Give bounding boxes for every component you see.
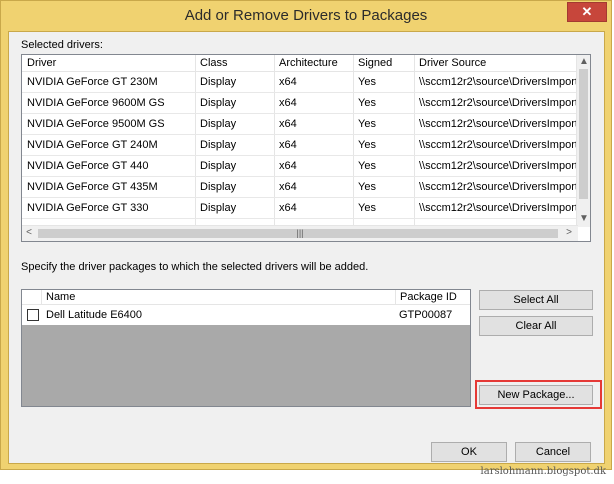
column-header-driver[interactable]: Driver: [27, 57, 56, 69]
driver-source: \\sccm12r2\source\DriversImport\Fujits: [419, 202, 589, 214]
scroll-right-icon[interactable]: >: [562, 226, 576, 240]
column-header-signed[interactable]: Signed: [358, 57, 392, 69]
driver-source: \\sccm12r2\source\DriversImport\Fujits: [419, 76, 589, 88]
vertical-scroll-thumb[interactable]: [579, 69, 588, 199]
cancel-button[interactable]: Cancel: [515, 442, 591, 462]
package-checkbox[interactable]: [27, 309, 39, 321]
driver-name: NVIDIA GeForce GT 440: [27, 160, 149, 172]
driver-name: NVIDIA GeForce GT 230M: [27, 76, 158, 88]
select-all-button[interactable]: Select All: [479, 290, 593, 310]
driver-row[interactable]: NVIDIA GeForce 9600M GS Display x64 Yes \\sc…: [22, 93, 590, 114]
driver-row[interactable]: NVIDIA GeForce GT 240M Display x64 Yes \\scc…: [22, 135, 590, 156]
selected-drivers-grid[interactable]: Driver Class Architecture Signed Driver …: [21, 54, 591, 242]
packages-instruction-label: Specify the driver packages to which the…: [21, 261, 369, 273]
driver-name: NVIDIA GeForce 9600M GS: [27, 97, 165, 109]
column-header-class[interactable]: Class: [200, 57, 228, 69]
watermark: larslohmann.blogspot.dk: [480, 466, 606, 477]
packages-grid-header: Name Package ID: [22, 290, 470, 305]
scroll-down-icon[interactable]: ▼: [577, 212, 590, 226]
package-id: GTP00087: [399, 309, 453, 321]
column-header-name[interactable]: Name: [46, 291, 75, 303]
driver-name: NVIDIA GeForce GT 330: [27, 202, 149, 214]
scroll-grip-icon: |||: [296, 228, 304, 238]
package-row[interactable]: Dell Latitude E6400 GTP00087: [22, 305, 470, 325]
driver-source: \\sccm12r2\source\DriversImport\Fujits: [419, 97, 589, 109]
driver-row[interactable]: NVIDIA GeForce GT 435M Display x64 Yes \\scc…: [22, 177, 590, 198]
driver-source: \\sccm12r2\source\DriversImport\Fujits: [419, 139, 589, 151]
column-header-architecture[interactable]: Architecture: [279, 57, 338, 69]
ok-button[interactable]: OK: [431, 442, 507, 462]
driver-row[interactable]: NVIDIA GeForce GT 230M Display x64 Yes \\scc…: [22, 72, 590, 93]
clear-all-button[interactable]: Clear All: [479, 316, 593, 336]
horizontal-scrollbar[interactable]: < ||| >: [22, 225, 578, 241]
driver-name: NVIDIA GeForce 9500M GS: [27, 118, 165, 130]
driver-source: \\sccm12r2\source\DriversImport\Fujits: [419, 118, 589, 130]
package-name: Dell Latitude E6400: [46, 309, 143, 321]
scroll-left-icon[interactable]: <: [22, 226, 36, 240]
driver-row[interactable]: NVIDIA GeForce GT 330 Display x64 Yes \\sccm…: [22, 198, 590, 219]
driver-name: NVIDIA GeForce GT 240M: [27, 139, 158, 151]
driver-name: NVIDIA GeForce GT 435M: [27, 181, 158, 193]
dialog-body: Selected drivers: Driver Class Architect…: [8, 31, 605, 464]
column-header-driver-source[interactable]: Driver Source: [419, 57, 486, 69]
dialog-title: Add or Remove Drivers to Packages: [184, 7, 428, 24]
selected-drivers-label: Selected drivers:: [21, 39, 103, 51]
dialog-window: Add or Remove Drivers to Packages ✕ Sele…: [0, 0, 612, 470]
column-header-package-id[interactable]: Package ID: [400, 291, 457, 303]
scroll-up-icon[interactable]: ▲: [577, 55, 590, 69]
driver-source: \\sccm12r2\source\DriversImport\Fujits: [419, 181, 589, 193]
driver-row[interactable]: NVIDIA GeForce GT 440 Display x64 Yes \\sccm…: [22, 156, 590, 177]
new-package-button[interactable]: New Package...: [479, 385, 593, 405]
driver-source: \\sccm12r2\source\DriversImport\Fujits: [419, 160, 589, 172]
title-bar: Add or Remove Drivers to Packages ✕: [1, 1, 611, 31]
vertical-scrollbar[interactable]: ▲ ▼: [576, 55, 590, 227]
grid-header: Driver Class Architecture Signed Driver …: [22, 55, 590, 72]
packages-grid[interactable]: Name Package ID Dell Latitude E6400 GTP0…: [21, 289, 471, 407]
close-button[interactable]: ✕: [567, 2, 607, 22]
driver-row[interactable]: NVIDIA GeForce 9500M GS Display x64 Yes \\sc…: [22, 114, 590, 135]
